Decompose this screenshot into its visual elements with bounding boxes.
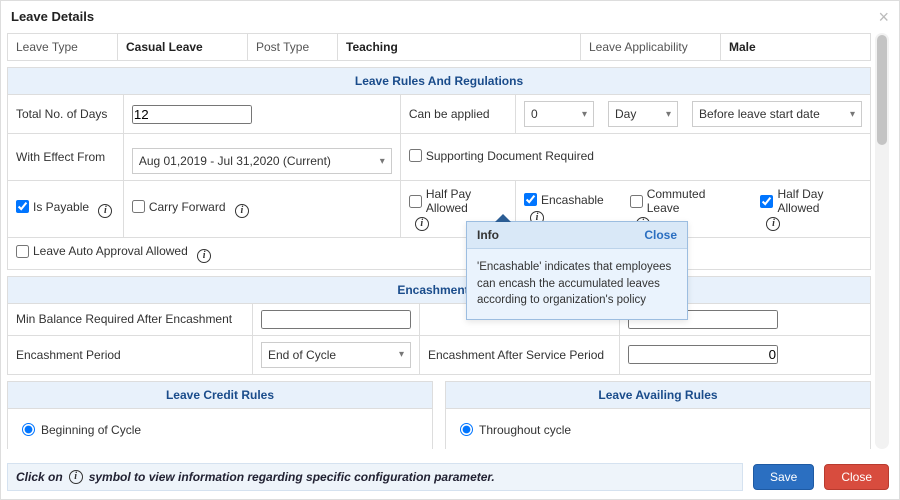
auto-approval-checkbox[interactable]: Leave Auto Approval Allowed [16,244,188,258]
avail-specified-radio[interactable]: Specified Period [460,443,856,450]
leave-type-value: Casual Leave [118,34,248,61]
info-icon[interactable]: i [235,204,249,218]
info-icon[interactable]: i [415,217,429,231]
applicability-label: Leave Applicability [581,34,721,61]
hint-bar: Click on i symbol to view information re… [7,463,743,491]
credit-begin-radio[interactable]: Beginning of Cycle [22,417,418,443]
carry-forward-checkbox[interactable]: Carry Forward [132,200,226,214]
modal-footer: Click on i symbol to view information re… [7,463,889,491]
enc-period-select[interactable]: End of Cycle▾ [261,342,411,368]
credit-rules-panel: Leave Credit Rules Beginning of Cycle En… [7,381,433,450]
credit-end-radio[interactable]: End of Cycle [22,443,418,450]
header-strip: Leave Type Casual Leave Post Type Teachi… [7,33,871,61]
total-days-label: Total No. of Days [8,95,124,134]
tooltip-body: 'Encashable' indicates that employees ca… [467,249,687,319]
half-day-checkbox[interactable]: Half Day Allowed [760,187,862,215]
is-payable-checkbox[interactable]: Is Payable [16,200,89,214]
can-apply-label: Can be applied [400,95,515,134]
commuted-checkbox[interactable]: Commuted Leave [630,187,735,215]
post-type-value: Teaching [338,34,581,61]
half-pay-checkbox[interactable]: Half Pay Allowed [409,187,507,215]
modal-title: Leave Details [1,1,899,32]
bottom-panels: Leave Credit Rules Beginning of Cycle En… [7,381,871,450]
avail-throughout-radio[interactable]: Throughout cycle [460,417,856,443]
chevron-down-icon: ▾ [850,109,855,120]
leave-details-modal: Leave Details × Leave Type Casual Leave … [0,0,900,500]
info-icon[interactable]: i [197,249,211,263]
effect-from-label: With Effect From [8,134,124,181]
min-balance-label: Min Balance Required After Encashment [8,303,253,335]
can-apply-number-select[interactable]: 0▾ [524,101,594,127]
availing-rules-panel: Leave Availing Rules Throughout cycle Sp… [445,381,871,450]
applicability-value: Male [721,34,871,61]
min-balance-input[interactable] [261,310,411,329]
rules-section-title: Leave Rules And Regulations [8,68,871,95]
scrollbar[interactable] [875,33,889,449]
modal-close-icon[interactable]: × [878,7,889,28]
save-button[interactable]: Save [753,464,814,490]
encashable-tooltip: Info Close 'Encashable' indicates that e… [466,221,688,320]
encashable-checkbox[interactable]: Encashable [524,193,604,207]
credit-rules-title: Leave Credit Rules [8,382,432,409]
can-apply-when-select[interactable]: Before leave start date▾ [692,101,862,127]
leave-type-label: Leave Type [8,34,118,61]
chevron-down-icon: ▾ [399,349,404,360]
total-days-input[interactable] [132,105,252,124]
info-icon[interactable]: i [98,204,112,218]
supporting-doc-checkbox[interactable]: Supporting Document Required [409,149,594,163]
rules-table: Leave Rules And Regulations Total No. of… [7,67,871,270]
effect-from-select[interactable]: Aug 01,2019 - Jul 31,2020 (Current)▾ [132,148,392,174]
post-type-label: Post Type [248,34,338,61]
chevron-down-icon: ▾ [666,109,671,120]
can-apply-unit-select[interactable]: Day▾ [608,101,678,127]
info-icon: i [69,470,83,484]
modal-body: Leave Type Casual Leave Post Type Teachi… [7,33,871,449]
scrollbar-thumb[interactable] [877,35,887,145]
close-button[interactable]: Close [824,464,889,490]
enc-after-service-label: Encashment After Service Period [420,335,620,374]
info-icon[interactable]: i [766,217,780,231]
tooltip-title: Info [477,228,499,242]
enc-period-label: Encashment Period [8,335,253,374]
enc-after-service-input[interactable] [628,345,778,364]
tooltip-close-link[interactable]: Close [644,228,677,242]
chevron-down-icon: ▾ [380,156,385,167]
encashment-table: Encashment R Min Balance Required After … [7,276,871,375]
encashment-section-title: Encashment R [8,276,871,303]
availing-rules-title: Leave Availing Rules [446,382,870,409]
chevron-down-icon: ▾ [582,109,587,120]
